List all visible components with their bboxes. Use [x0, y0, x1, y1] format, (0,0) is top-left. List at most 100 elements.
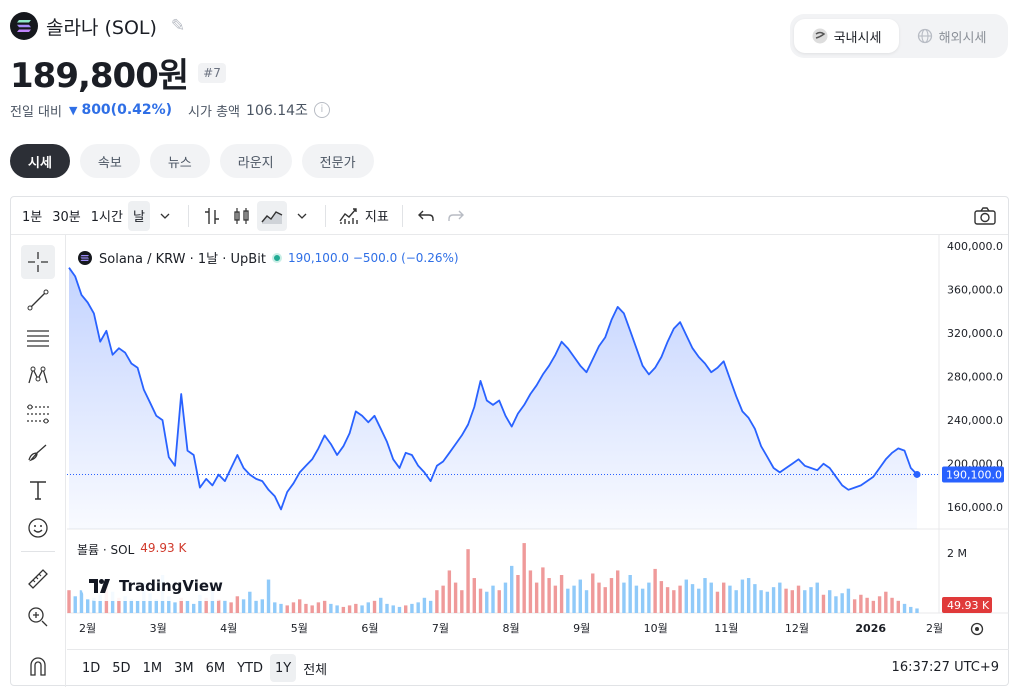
- volume-bar: [647, 582, 651, 613]
- volume-bar: [740, 579, 745, 613]
- range-6m[interactable]: 6M: [201, 654, 231, 682]
- tab-price[interactable]: 시세: [10, 144, 70, 178]
- coin-header: 솔라나 (SOL) ✎: [10, 12, 185, 40]
- volume-bar: [422, 597, 427, 613]
- horizontal-lines-icon[interactable]: [21, 321, 55, 355]
- area-chart-icon[interactable]: [256, 200, 287, 231]
- volume-bar: [803, 590, 807, 613]
- volume-value: 49.93 K: [140, 541, 187, 555]
- tab-news[interactable]: 뉴스: [149, 144, 210, 178]
- volume-bar: [909, 606, 913, 613]
- volume-bar: [248, 591, 252, 613]
- volume-bar: [859, 594, 863, 613]
- ruler-icon[interactable]: [21, 562, 55, 596]
- range-ytd[interactable]: YTD: [232, 654, 268, 682]
- volume-bar: [447, 570, 452, 613]
- indicators-button[interactable]: 지표: [334, 201, 394, 231]
- tab-flash-news[interactable]: 속보: [79, 144, 140, 178]
- volume-bar: [547, 578, 551, 613]
- range-5d[interactable]: 5D: [107, 654, 135, 682]
- undo-icon[interactable]: [411, 201, 441, 231]
- volume-bar: [335, 605, 339, 613]
- volume-bar: [223, 600, 227, 613]
- volume-bar: [491, 585, 495, 613]
- chart-toolbar: 1분 30분 1시간 날 지표: [11, 197, 1008, 235]
- volume-bar: [584, 590, 589, 613]
- volume-bar: [298, 599, 302, 613]
- redo-icon[interactable]: [441, 201, 471, 231]
- interval-day[interactable]: 날: [127, 200, 150, 231]
- x-tick-label: 12월: [785, 622, 809, 635]
- watermark-text: TradingView: [119, 577, 223, 595]
- tradingview-logo[interactable]: TradingView: [81, 571, 231, 601]
- interval-1min[interactable]: 1분: [17, 201, 47, 231]
- volume-bar: [603, 587, 607, 613]
- volume-bar: [135, 600, 140, 613]
- info-icon[interactable]: i: [313, 102, 330, 118]
- chevron-down-icon[interactable]: [150, 201, 180, 231]
- volume-bar: [559, 575, 564, 613]
- rank-badge: #7: [198, 62, 226, 83]
- volume-bar: [185, 600, 190, 613]
- volume-bar: [372, 600, 377, 613]
- y-tick-label: 280,000.0: [947, 371, 1003, 384]
- bars-chart-icon[interactable]: [197, 201, 227, 231]
- volume-bar: [672, 590, 676, 613]
- volume-bar: [634, 585, 639, 613]
- volume-bar: [684, 579, 688, 613]
- range-1m[interactable]: 1M: [138, 654, 168, 682]
- volume-bar: [734, 590, 738, 613]
- x-tick-label: 2026: [855, 622, 886, 635]
- interval-1hour[interactable]: 1시간: [86, 201, 128, 231]
- volume-bar: [310, 605, 314, 613]
- volume-bar: [428, 600, 433, 613]
- price-area: [69, 267, 917, 529]
- magnet-icon[interactable]: [21, 649, 55, 683]
- crosshair-icon[interactable]: [21, 245, 55, 279]
- pencil-icon[interactable]: ✎: [171, 16, 185, 36]
- text-icon[interactable]: [21, 473, 55, 507]
- tab-lounge[interactable]: 라운지: [219, 144, 292, 178]
- volume-bar: [578, 579, 582, 613]
- pattern-icon[interactable]: [21, 359, 55, 393]
- trend-line-icon[interactable]: [21, 283, 55, 317]
- drawing-toolbar: [11, 235, 66, 687]
- settings-gear-icon-center: [975, 627, 979, 631]
- volume-bar: [709, 582, 713, 613]
- chevron-down-icon[interactable]: [287, 201, 317, 231]
- zoom-in-icon[interactable]: [21, 600, 55, 634]
- market-open-dot: [271, 252, 282, 263]
- tab-experts[interactable]: 전문가: [301, 144, 374, 178]
- overseas-market-label: 해외시세: [938, 30, 987, 46]
- content-tabs: 시세 속보 뉴스 라운지 전문가: [10, 144, 374, 178]
- candles-chart-icon[interactable]: [227, 201, 257, 231]
- volume-bar: [541, 567, 545, 613]
- volume-bar: [322, 600, 327, 613]
- y-tick-label: 160,000.0: [947, 501, 1003, 514]
- interval-30min[interactable]: 30분: [47, 201, 86, 231]
- volume-bar: [703, 578, 707, 613]
- range-all[interactable]: 전체: [298, 654, 332, 682]
- volume-bar: [659, 581, 664, 613]
- volume-bar: [840, 593, 844, 613]
- emoji-icon[interactable]: [21, 511, 55, 545]
- volume-bar: [416, 602, 420, 613]
- volume-bar: [397, 606, 402, 613]
- overseas-market-button[interactable]: 해외시세: [899, 19, 1004, 53]
- x-tick-label: 11월: [714, 622, 738, 635]
- range-3m[interactable]: 3M: [169, 654, 199, 682]
- volume-bar: [834, 596, 838, 613]
- x-tick-label: 10월: [644, 622, 668, 635]
- camera-icon[interactable]: [970, 201, 1000, 231]
- last-price-marker: [913, 470, 921, 478]
- range-1d[interactable]: 1D: [77, 654, 105, 682]
- range-1y[interactable]: 1Y: [269, 654, 297, 682]
- toolbar-divider: [324, 204, 326, 227]
- brush-icon[interactable]: [21, 435, 55, 469]
- volume-bar: [360, 605, 364, 613]
- fib-icon[interactable]: [21, 397, 55, 431]
- domestic-market-button[interactable]: 국내시세: [794, 19, 899, 53]
- volume-bar: [67, 590, 71, 613]
- volume-bar: [591, 573, 595, 613]
- volume-bar: [572, 585, 576, 613]
